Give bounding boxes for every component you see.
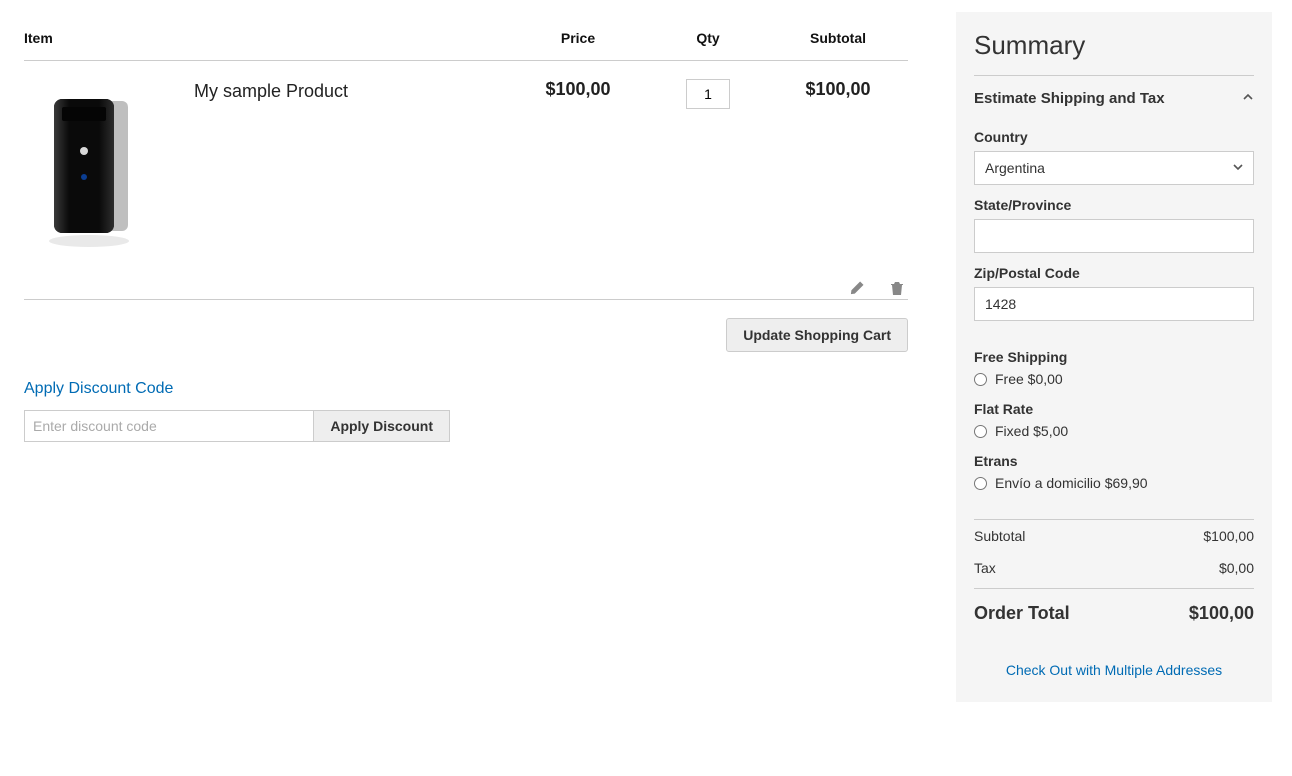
shipping-option-free[interactable]: Free $0,00: [974, 371, 1254, 387]
order-total-value: $100,00: [1189, 603, 1254, 624]
cart-table: Item Price Qty Subtotal: [24, 12, 908, 300]
shipping-option-label: Free $0,00: [995, 371, 1063, 387]
shipping-option-etrans[interactable]: Envío a domicilio $69,90: [974, 475, 1254, 491]
shipping-group-flat: Flat Rate: [974, 401, 1254, 417]
state-label: State/Province: [974, 197, 1254, 213]
header-price: Price: [508, 12, 648, 61]
discount-block: Apply Discount Code Apply Discount: [24, 380, 908, 442]
discount-input[interactable]: [24, 410, 314, 442]
zip-label: Zip/Postal Code: [974, 265, 1254, 281]
chevron-up-icon: [1242, 90, 1254, 107]
totals: Subtotal $100,00 Tax $0,00 Order Total $…: [974, 519, 1254, 632]
subtotal-value: $100,00: [1203, 528, 1254, 544]
state-input[interactable]: [974, 219, 1254, 253]
summary-panel: Summary Estimate Shipping and Tax Countr…: [956, 12, 1272, 702]
item-subtotal: $100,00: [768, 61, 908, 260]
shipping-group-etrans: Etrans: [974, 453, 1254, 469]
estimate-title: Estimate Shipping and Tax: [974, 90, 1165, 107]
tax-value: $0,00: [1219, 560, 1254, 576]
discount-toggle[interactable]: Apply Discount Code: [24, 380, 173, 398]
shipping-group-free: Free Shipping: [974, 349, 1254, 365]
shipping-methods: Free Shipping Free $0,00 Flat Rate Fixed…: [974, 349, 1254, 491]
cart-row: My sample Product $100,00 $100,00: [24, 61, 908, 260]
zip-input[interactable]: [974, 287, 1254, 321]
qty-input[interactable]: [686, 79, 730, 109]
shipping-radio-flat[interactable]: [974, 425, 987, 438]
product-image[interactable]: [24, 79, 164, 259]
edit-icon[interactable]: [846, 277, 868, 299]
apply-discount-button[interactable]: Apply Discount: [314, 410, 450, 442]
trash-icon[interactable]: [886, 277, 908, 299]
product-name[interactable]: My sample Product: [194, 79, 508, 102]
shipping-radio-free[interactable]: [974, 373, 987, 386]
shipping-option-flat[interactable]: Fixed $5,00: [974, 423, 1254, 439]
shipping-radio-etrans[interactable]: [974, 477, 987, 490]
update-cart-button[interactable]: Update Shopping Cart: [726, 318, 908, 352]
header-qty: Qty: [648, 12, 768, 61]
country-label: Country: [974, 129, 1254, 145]
subtotal-label: Subtotal: [974, 528, 1025, 544]
shipping-option-label: Fixed $5,00: [995, 423, 1068, 439]
order-total-label: Order Total: [974, 603, 1070, 624]
item-price: $100,00: [508, 61, 648, 260]
country-select[interactable]: Argentina: [974, 151, 1254, 185]
shipping-option-label: Envío a domicilio $69,90: [995, 475, 1148, 491]
estimate-toggle[interactable]: Estimate Shipping and Tax: [974, 76, 1254, 117]
multi-address-checkout-link[interactable]: Check Out with Multiple Addresses: [1006, 662, 1222, 678]
summary-title: Summary: [974, 30, 1254, 76]
cart-main: Item Price Qty Subtotal: [24, 12, 908, 702]
header-item: Item: [24, 12, 508, 61]
header-subtotal: Subtotal: [768, 12, 908, 61]
tax-label: Tax: [974, 560, 996, 576]
